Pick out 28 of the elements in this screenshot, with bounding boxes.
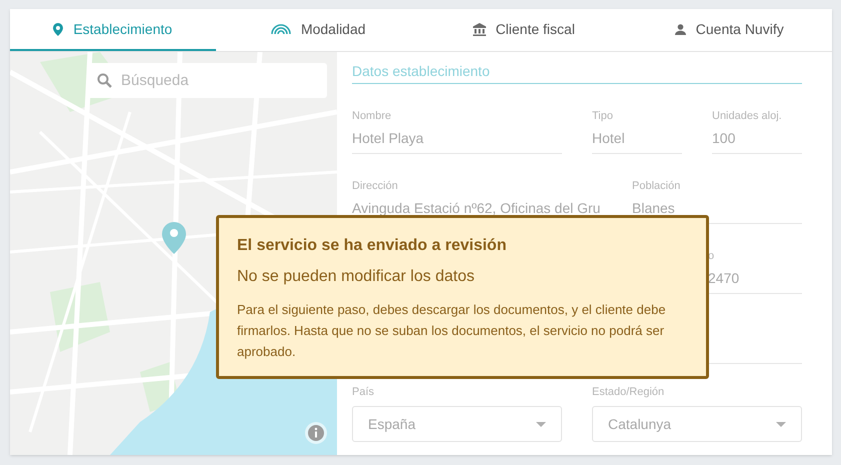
caret-icon — [776, 422, 786, 426]
tab[interactable]: Cliente fiscal — [421, 9, 626, 51]
tab[interactable]: Cuenta Nuvify — [626, 9, 832, 51]
field-label: Población — [632, 179, 680, 194]
field-label: Nombre — [352, 109, 392, 124]
field-label: Estado/Región — [592, 385, 666, 400]
caret-icon — [536, 422, 546, 426]
person-icon — [674, 24, 686, 34]
search-icon — [97, 73, 112, 88]
notice-text: Para el siguiente paso, debes descargar los documentos, y el cliente debe firmarlos. Hasta que no se suban los documentos, el servicio no podrá ser aprobado. — [237, 301, 667, 361]
info-icon[interactable] — [305, 422, 327, 444]
text-field[interactable]: 100 — [712, 124, 802, 154]
text-field[interactable]: Hotel — [592, 124, 682, 154]
location-pin-icon — [53, 22, 64, 36]
tab[interactable]: Modalidad — [216, 9, 421, 51]
notice-subtitle: No se pueden modificar los datos — [237, 267, 476, 287]
bank-icon — [472, 22, 486, 36]
dropdown[interactable]: Catalunya — [592, 406, 802, 442]
field-label: Tipo — [592, 109, 613, 124]
dropdown[interactable]: España — [352, 406, 562, 442]
field-label: Unidades aloj. — [712, 109, 782, 124]
notice-title: El servicio se ha enviado a revisión — [237, 236, 508, 256]
waves-icon — [270, 23, 291, 35]
field-label: País — [352, 385, 376, 400]
search-field[interactable]: Búsqueda — [87, 63, 327, 98]
text-field[interactable]: Hotel Playa — [352, 124, 562, 154]
field-label: Dirección — [352, 179, 398, 194]
section-title: Datos establecimiento — [352, 61, 802, 84]
